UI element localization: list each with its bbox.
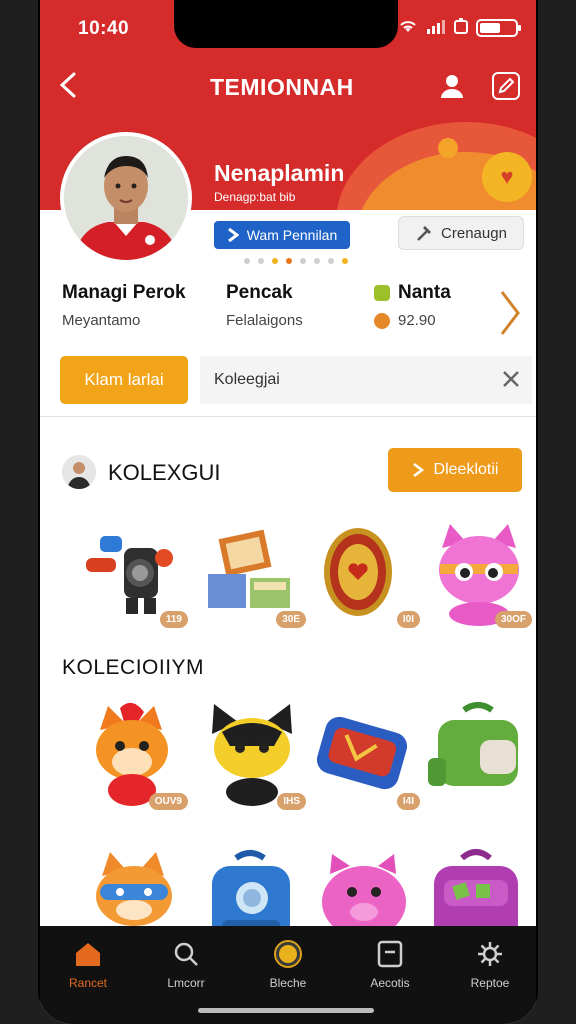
nav-item-settings[interactable]: Reptoe (450, 938, 530, 990)
collection-item[interactable] (424, 700, 534, 810)
page-dot (272, 258, 278, 264)
collection-item[interactable]: I4I (312, 700, 422, 810)
phone-frame: 10:40 ♥ TEMIONNAH Nenaplamin Denagp:bat … (38, 0, 538, 1024)
signal-icon (426, 18, 446, 38)
collection-item[interactable]: 30E (198, 518, 308, 628)
nav-label: Aecotis (370, 976, 410, 990)
view-collection-button[interactable]: Dleeklotii (388, 448, 522, 492)
price-badge: IHS (277, 793, 306, 810)
collection-item[interactable]: 119 (80, 518, 190, 628)
nav-item-box[interactable]: Aecotis (350, 938, 430, 990)
collection-item[interactable]: OUV9 (80, 700, 190, 810)
stat-item[interactable]: Managi Perok Meyantamo (62, 282, 186, 329)
owner-thumbnail (62, 455, 96, 489)
page-dot (244, 258, 250, 264)
promo-text: Koleegjai (214, 371, 280, 388)
stat-label: Pencak (226, 282, 293, 303)
status-time: 10:40 (78, 18, 130, 39)
stats-next-button[interactable] (498, 288, 522, 345)
price-badge: 119 (159, 611, 188, 628)
player-photo (64, 136, 188, 260)
stat-value: Felalaigons (226, 312, 303, 329)
nav-label: Reptoe (470, 976, 510, 990)
nav-item-coins[interactable]: Bleche (248, 938, 328, 990)
shield-icon (374, 312, 390, 329)
home-icon (76, 943, 100, 966)
chevron-right-icon (412, 463, 424, 477)
camera-notch (174, 0, 398, 48)
promo-input[interactable]: Koleegjai (200, 356, 532, 404)
page-dot-active (286, 258, 292, 264)
status-bar: 10:40 (40, 0, 536, 52)
avatar[interactable] (60, 132, 192, 264)
follow-button[interactable]: Wam Pennilan (214, 221, 350, 249)
section-title: KOLECIOIIYM (62, 656, 205, 679)
back-button[interactable] (56, 70, 86, 100)
edit-button[interactable] (492, 72, 520, 100)
wifi-icon (398, 18, 418, 38)
chevron-right-icon (227, 228, 239, 242)
stat-value: 92.90 (398, 312, 436, 329)
stat-label: Nanta (398, 282, 451, 303)
page-title: TEMIONNAH (210, 74, 354, 100)
data-icon (454, 18, 468, 38)
pencil-icon (498, 77, 515, 94)
heart-icon: ♥ (482, 152, 532, 202)
close-icon (503, 371, 519, 387)
chevron-left-icon (59, 72, 76, 98)
price-badge: I0I (396, 611, 420, 628)
box-icon (377, 940, 403, 968)
collection-item[interactable]: 30OF (424, 518, 534, 628)
page-dot (300, 258, 306, 264)
profile-subtitle: Denagp:bat bib (214, 190, 296, 204)
battery-icon (476, 19, 521, 37)
app-screen: 10:40 ♥ TEMIONNAH Nenaplamin Denagp:bat … (40, 0, 536, 1024)
collection-title: KOLEXGUI (108, 460, 221, 485)
collection-avatar (62, 455, 96, 489)
claim-button[interactable]: Klam larlai (60, 356, 188, 404)
badge-icon (374, 285, 390, 301)
page-dot (342, 258, 348, 264)
nav-item-home[interactable]: Rancet (48, 938, 128, 990)
status-icons (398, 18, 521, 38)
stat-value: Meyantamo (62, 312, 141, 329)
hammer-icon (417, 226, 432, 241)
search-icon (174, 942, 198, 966)
stat-item[interactable]: Nanta 92.90 (374, 282, 451, 329)
nav-label: Lmcorr (167, 976, 205, 990)
gear-icon (478, 942, 502, 966)
page-dot (314, 258, 320, 264)
divider (40, 416, 536, 417)
user-icon (441, 75, 463, 98)
page-dot (258, 258, 264, 264)
price-badge: 30OF (494, 611, 532, 628)
create-button[interactable]: Crenaugn (398, 216, 524, 250)
chevron-right-icon (500, 291, 520, 335)
stat-label: Managi Perok (62, 282, 186, 303)
nav-item-search[interactable]: Lmcorr (146, 938, 226, 990)
view-label: Dleeklotii (433, 461, 499, 478)
price-badge: OUV9 (148, 793, 188, 810)
stats-row: Managi Perok Meyantamo Pencak Felalaigon… (40, 282, 536, 346)
close-button[interactable] (502, 368, 520, 394)
nav-label: Rancet (68, 976, 108, 990)
coin-icon (274, 940, 302, 968)
price-badge: I4I (396, 793, 420, 810)
decor-dot (438, 138, 458, 158)
collection-item[interactable]: IHS (198, 700, 308, 810)
home-indicator[interactable] (198, 1008, 374, 1013)
price-badge: 30E (276, 611, 306, 628)
profile-button[interactable] (436, 70, 468, 102)
follow-label: Wam Pennilan (246, 227, 338, 243)
profile-name: Nenaplamin (214, 160, 345, 186)
page-dot (328, 258, 334, 264)
collection-item[interactable]: I0I (312, 518, 422, 628)
stat-item[interactable]: Pencak Felalaigons (226, 282, 303, 329)
green-backpack-image (428, 702, 518, 786)
create-label: Crenaugn (441, 224, 507, 242)
nav-label: Bleche (269, 976, 307, 990)
page-indicator (244, 258, 348, 264)
